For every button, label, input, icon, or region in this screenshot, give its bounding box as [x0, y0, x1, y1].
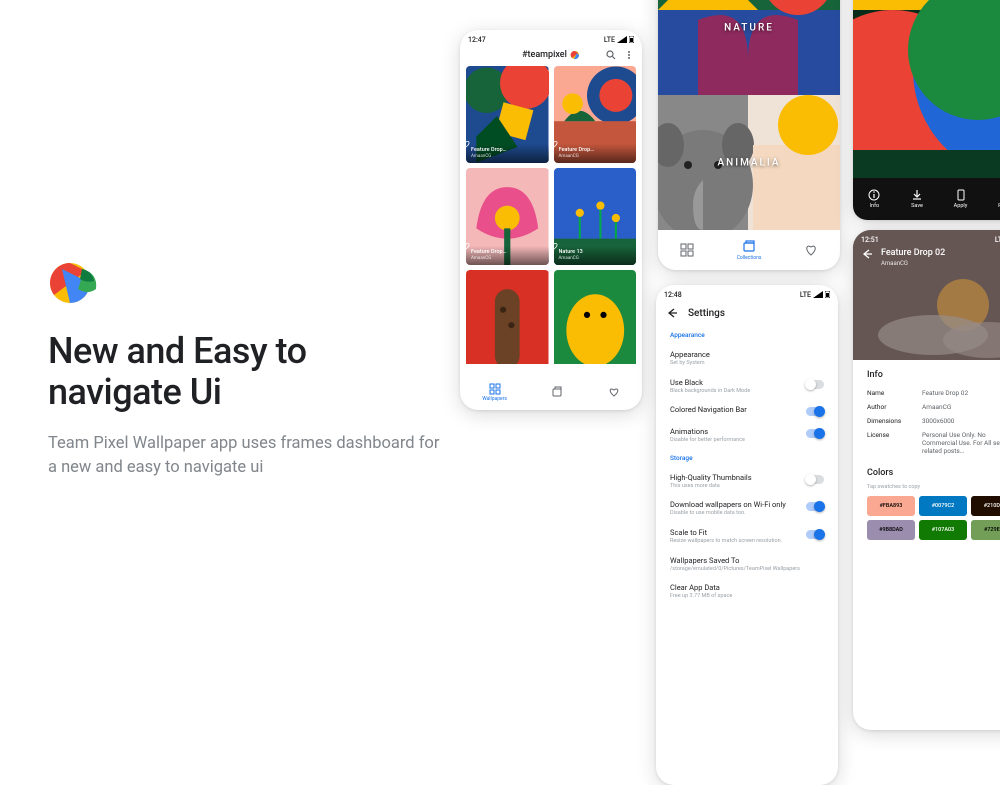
setting-row[interactable]: Scale to FitResize wallpapers to match s…	[656, 523, 838, 551]
category-nature[interactable]: NATURE	[658, 0, 840, 95]
wallpaper-thumb[interactable]: Feature Drop…AmaanCG	[554, 66, 637, 163]
heart-icon[interactable]	[554, 242, 633, 261]
setting-row[interactable]: AnimationsDisable for better performance	[656, 422, 838, 450]
toggle[interactable]	[806, 475, 824, 484]
marketing-copy: New and Easy to navigate Ui Team Pixel W…	[48, 255, 448, 480]
tab-collections[interactable]: Collections	[737, 239, 762, 261]
settings-title: Settings	[688, 308, 725, 319]
setting-row[interactable]: Download wallpapers on Wi-Fi onlyDisable…	[656, 495, 838, 523]
mockup-collections: NATURE ANIMALIA Collections	[658, 0, 840, 270]
statusbar: 12:47 LTE	[460, 30, 642, 46]
info-hero: 12:51LTE Feature Drop 02 AmaanCG	[853, 230, 1000, 360]
heart-icon	[608, 386, 620, 398]
info-button[interactable]: Info	[868, 189, 880, 209]
tab-wallpapers[interactable]: Wallpapers	[482, 383, 507, 402]
action-bar: Info Save Apply Favorite	[853, 178, 1000, 220]
color-swatch[interactable]: #729E58	[971, 520, 1000, 540]
tab-wallpapers[interactable]	[680, 243, 694, 257]
download-icon	[911, 189, 923, 201]
info-row: AuthorAmaanCG	[867, 400, 1000, 414]
setting-row[interactable]: Wallpapers Saved To/storage/emulated/0/P…	[656, 551, 838, 579]
bottom-nav: Collections	[658, 230, 840, 270]
heart-icon	[804, 243, 818, 257]
toggle[interactable]	[806, 502, 824, 511]
mockup-preview: Info Save Apply Favorite	[853, 0, 1000, 220]
heart-icon[interactable]	[554, 140, 633, 159]
category-animalia[interactable]: ANIMALIA	[658, 95, 840, 230]
section-header: Appearance	[656, 327, 838, 345]
collections-icon	[742, 239, 756, 253]
settings-header: Settings	[656, 301, 838, 327]
colors-subtitle: Tap swatches to copy	[867, 484, 1000, 490]
apply-button[interactable]: Apply	[954, 189, 968, 209]
section-header: Info	[867, 370, 1000, 380]
toggle[interactable]	[806, 530, 824, 539]
toggle[interactable]	[806, 380, 824, 389]
color-swatch[interactable]: #FBA893	[867, 496, 915, 516]
category-label: ANIMALIA	[718, 157, 781, 168]
info-row: LicensePersonal Use Only. No Commercial …	[867, 428, 1000, 458]
setting-row[interactable]: Use BlackBlack backgrounds in Dark Mode	[656, 373, 838, 401]
info-icon	[868, 189, 880, 201]
app-logo-icon	[48, 255, 104, 311]
mockup-settings: 12:48LTE Settings Appearance AppearanceS…	[656, 285, 838, 785]
mockup-info: 12:51LTE Feature Drop 02 AmaanCG Info Na…	[853, 230, 1000, 730]
wallpaper-thumb[interactable]: Feature Drop…AmaanCG	[466, 168, 549, 265]
toggle[interactable]	[806, 429, 824, 438]
heart-icon[interactable]	[466, 242, 545, 261]
color-swatches: #FBA893 #0079C2 #210D00 #9B8DAD #107A03 …	[867, 496, 1000, 540]
tab-favorites[interactable]	[608, 386, 620, 398]
save-button[interactable]: Save	[911, 189, 923, 209]
headline: New and Easy to navigate Ui	[48, 331, 448, 414]
wallpaper-grid: Feature Drop…AmaanCG Feature Drop…AmaanC…	[460, 66, 642, 364]
tab-favorites[interactable]	[804, 243, 818, 257]
app-header: #teampixel	[460, 46, 642, 66]
tab-collections[interactable]	[551, 386, 563, 398]
mockup-wallpapers: 12:47 LTE #teampixel Feature Drop…AmaanC…	[460, 30, 642, 410]
wallpaper-thumb[interactable]: Feature Drop…AmaanCG	[466, 66, 549, 163]
wallpaper-thumb[interactable]	[466, 270, 549, 364]
setting-row[interactable]: High-Quality ThumbnailsThis uses more da…	[656, 468, 838, 496]
subtext: Team Pixel Wallpaper app uses frames das…	[48, 432, 448, 480]
back-arrow-icon[interactable]	[666, 307, 678, 319]
wallpaper-author: AmaanCG	[881, 260, 908, 267]
wallpaper-thumb[interactable]	[554, 270, 637, 364]
wallpaper-title: Feature Drop 02	[881, 248, 945, 258]
search-icon[interactable]	[606, 50, 616, 60]
section-header: Storage	[656, 450, 838, 468]
apply-icon	[955, 189, 967, 201]
color-swatch[interactable]: #9B8DAD	[867, 520, 915, 540]
info-row: Dimensions3000x6000	[867, 414, 1000, 428]
heart-icon[interactable]	[466, 140, 545, 159]
category-label: NATURE	[724, 22, 774, 33]
overflow-icon[interactable]	[624, 50, 634, 60]
wallpaper-preview[interactable]	[853, 0, 1000, 178]
setting-row[interactable]: AppearanceSet by System	[656, 345, 838, 373]
color-swatch[interactable]: #0079C2	[919, 496, 967, 516]
section-header: Colors	[867, 468, 1000, 478]
statusbar: 12:48LTE	[656, 285, 838, 301]
collections-icon	[551, 386, 563, 398]
color-swatch[interactable]: #210D00	[971, 496, 1000, 516]
app-logo-icon	[570, 50, 580, 60]
setting-row[interactable]: Colored Navigation Bar	[656, 400, 838, 422]
bottom-nav: Wallpapers	[460, 374, 642, 410]
app-title: #teampixel	[522, 50, 580, 60]
grid-icon	[680, 243, 694, 257]
wallpaper-thumb[interactable]: Nature 13AmaanCG	[554, 168, 637, 265]
grid-icon	[489, 383, 501, 395]
color-swatch[interactable]: #107A03	[919, 520, 967, 540]
toggle[interactable]	[806, 407, 824, 416]
info-row: NameFeature Drop 02	[867, 386, 1000, 400]
